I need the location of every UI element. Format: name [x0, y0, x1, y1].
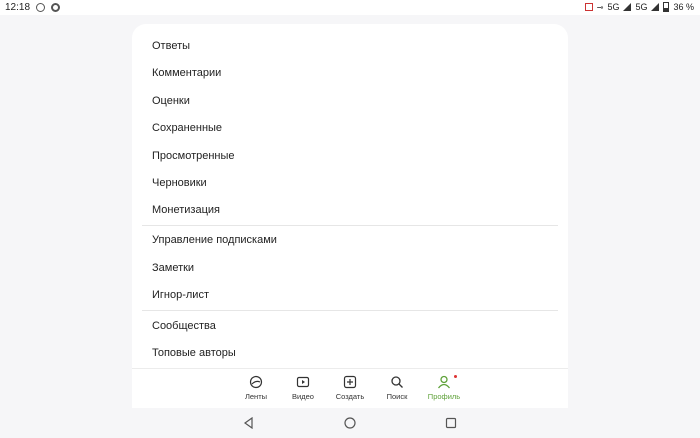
nav-search-label: Поиск	[386, 392, 408, 401]
nav-feeds-label: Ленты	[244, 392, 268, 401]
feeds-icon	[249, 375, 263, 389]
recents-icon[interactable]	[445, 417, 457, 429]
menu-item-viewed[interactable]: Просмотренные	[152, 150, 235, 162]
nav-search[interactable]: Поиск	[372, 375, 422, 401]
app-notification-icon	[51, 3, 61, 12]
battery-level: 36 %	[673, 2, 694, 12]
status-time: 12:18	[5, 2, 31, 13]
system-nav-bar	[0, 408, 700, 438]
menu-item-communities[interactable]: Сообщества	[152, 320, 216, 332]
nav-profile-label: Профиль	[427, 392, 461, 401]
menu-item-comments[interactable]: Комментарии	[152, 67, 221, 79]
menu-divider	[142, 225, 558, 226]
menu-item-top-authors[interactable]: Топовые авторы	[152, 347, 236, 359]
menu-item-monetization[interactable]: Монетизация	[152, 204, 220, 216]
nav-feeds[interactable]: Ленты	[231, 375, 281, 401]
nav-create[interactable]: Создать	[325, 375, 375, 401]
key-icon: ⊸	[596, 2, 604, 12]
menu-divider	[142, 310, 558, 311]
network-label: 5G	[607, 2, 620, 12]
profile-icon	[437, 375, 451, 389]
menu-item-notes[interactable]: Заметки	[152, 262, 194, 274]
bottom-nav: Ленты Видео Создать Поиск Профиль	[132, 368, 568, 408]
notification-icon	[36, 3, 46, 12]
nav-video-label: Видео	[292, 392, 314, 401]
create-icon	[343, 375, 357, 389]
network-label-2: 5G	[635, 2, 648, 12]
nav-create-label: Создать	[335, 392, 365, 401]
menu-item-ignore-list[interactable]: Игнор-лист	[152, 289, 209, 301]
video-icon	[296, 376, 310, 388]
status-right: ⊸ 5G 5G 36 %	[584, 2, 694, 12]
back-icon[interactable]	[243, 417, 255, 429]
notification-dot	[454, 375, 457, 378]
menu-item-answers[interactable]: Ответы	[152, 40, 190, 52]
no-sim-icon	[584, 3, 593, 11]
search-icon	[391, 376, 403, 388]
menu-item-subscriptions[interactable]: Управление подписками	[152, 234, 277, 246]
status-bar: 12:18 ⊸ 5G 5G 36 %	[0, 0, 700, 15]
status-left: 12:18	[5, 2, 61, 13]
battery-icon	[663, 2, 670, 12]
signal-icon-2	[651, 3, 660, 11]
profile-menu-card: Ответы Комментарии Оценки Сохраненные Пр…	[132, 24, 568, 374]
nav-video[interactable]: Видео	[278, 375, 328, 401]
signal-icon	[623, 3, 632, 11]
menu-item-saved[interactable]: Сохраненные	[152, 122, 222, 134]
menu-item-ratings[interactable]: Оценки	[152, 95, 190, 107]
home-icon[interactable]	[344, 417, 356, 429]
nav-profile[interactable]: Профиль	[419, 375, 469, 401]
menu-item-drafts[interactable]: Черновики	[152, 177, 207, 189]
